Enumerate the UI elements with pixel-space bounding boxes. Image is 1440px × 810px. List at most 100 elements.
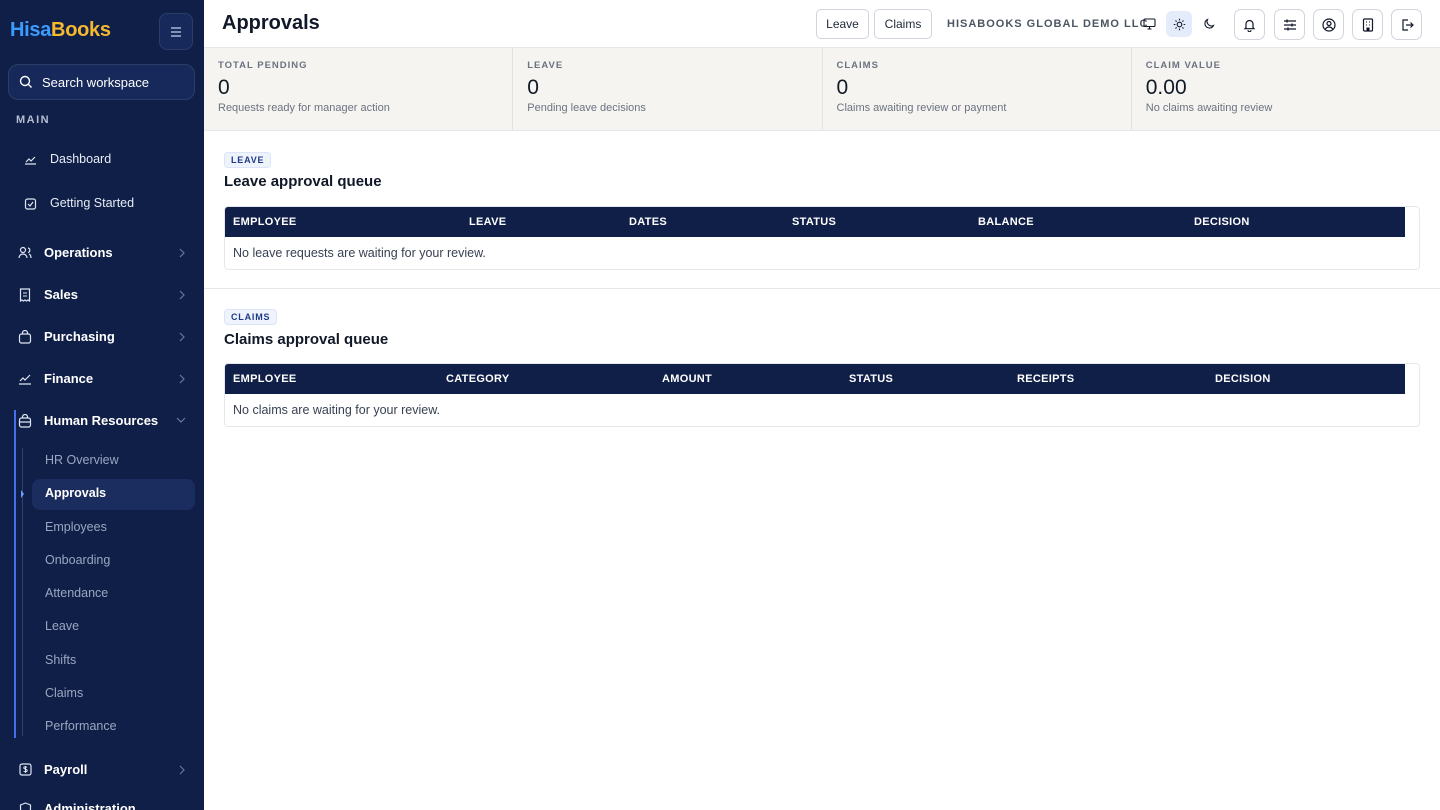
empty-state-message: No leave requests are waiting for your r… [233,246,486,260]
system-theme-button[interactable] [1136,11,1162,37]
brand-part-2: Books [51,19,111,41]
sidebar-group-label: Payroll [44,762,88,777]
sidebar-item-getting-started[interactable]: Getting Started [23,196,134,210]
sidebar-group-label: Human Resources [44,413,159,428]
active-marker-icon [21,490,24,498]
column-header[interactable]: DECISION [1194,216,1250,228]
trend-icon [18,372,32,386]
dark-theme-button[interactable] [1196,11,1222,37]
stat-claim-value: CLAIM VALUE 0.00 No claims awaiting revi… [1132,48,1440,130]
stat-value: 0 [527,76,539,99]
column-header[interactable]: STATUS [849,373,893,385]
claims-queue-section: CLAIMS Claims approval queue EMPLOYEE CA… [204,289,1440,449]
search-icon [19,75,32,88]
company-switch-button[interactable] [1352,9,1383,40]
stat-subtext: Pending leave decisions [527,102,646,114]
column-header[interactable]: LEAVE [469,216,506,228]
sidebar-item-dashboard[interactable]: Dashboard [23,152,111,166]
sidebar-item-label: Dashboard [50,152,112,166]
sidebar-item-onboarding[interactable]: Onboarding [45,553,110,567]
column-header[interactable]: AMOUNT [662,373,712,385]
building-icon [1362,17,1373,32]
user-circle-icon [1321,17,1336,32]
sidebar-group-human-resources[interactable]: Human Resources [18,413,186,428]
claims-queue-title: Claims approval queue [224,331,389,348]
sidebar-group-sales[interactable]: Sales [18,287,186,302]
brand-part-1: Hisa [10,19,52,41]
claims-badge: CLAIMS [224,309,278,325]
stat-label: TOTAL PENDING [218,60,308,71]
bag-icon [18,329,32,344]
logout-icon [1401,18,1414,31]
sidebar-group-payroll[interactable]: Payroll [18,762,186,777]
column-header[interactable]: CATEGORY [446,373,510,385]
page-title: Approvals [222,12,320,34]
sliders-icon [1283,19,1296,30]
sidebar-item-attendance[interactable]: Attendance [45,586,108,600]
profile-button[interactable] [1313,9,1344,40]
sidebar-group-label: Administration [44,801,136,810]
sidebar-item-approvals[interactable]: Approvals [45,486,106,500]
stat-total-pending: TOTAL PENDING 0 Requests ready for manag… [204,48,514,130]
search-input[interactable]: Search workspace [8,64,195,100]
chevron-right-icon [179,332,185,342]
logout-button[interactable] [1391,9,1422,40]
sun-icon [1173,18,1185,30]
sidebar-item-performance[interactable]: Performance [45,719,117,733]
table-header: EMPLOYEE LEAVE DATES STATUS BALANCE DECI… [225,207,1405,237]
stat-label: CLAIM VALUE [1145,60,1221,71]
light-theme-button[interactable] [1166,11,1192,37]
chevron-right-icon [179,374,185,384]
stat-subtext: Requests ready for manager action [218,102,390,114]
company-name: HISABOOKS GLOBAL DEMO LLC [947,18,1149,30]
sidebar-item-hr-overview[interactable]: HR Overview [45,453,119,467]
sidebar-item-leave[interactable]: Leave [45,619,79,633]
dollar-icon [18,763,32,777]
stat-label: CLAIMS [836,60,879,71]
column-header[interactable]: STATUS [792,216,836,228]
top-bar: Approvals Leave Claims HISABOOKS GLOBAL … [204,0,1440,48]
chevron-right-icon [179,290,185,300]
leave-queue-table: EMPLOYEE LEAVE DATES STATUS BALANCE DECI… [224,206,1420,270]
sidebar-item-claims[interactable]: Claims [45,686,83,700]
column-header[interactable]: DATES [629,216,667,228]
moon-icon [1204,18,1215,29]
menu-icon [171,26,181,37]
chevron-down-icon [176,417,186,423]
section-label-main: MAIN [16,114,51,126]
sidebar: HisaBooks Search workspace MAIN Dashboar… [0,0,204,810]
stat-subtext: No claims awaiting review [1145,102,1273,114]
sidebar-item-shifts[interactable]: Shifts [45,653,76,667]
stat-leave: LEAVE 0 Pending leave decisions [513,48,823,130]
checklist-icon [23,196,37,210]
sidebar-item-label: Getting Started [50,196,135,210]
search-label: Search workspace [42,74,149,90]
column-header[interactable]: EMPLOYEE [233,373,297,385]
column-header[interactable]: RECEIPTS [1017,373,1074,385]
sidebar-item-employees[interactable]: Employees [45,520,107,534]
receipt-icon [18,287,32,302]
column-header[interactable]: EMPLOYEE [233,216,297,228]
brand-logo[interactable]: HisaBooks [10,19,111,42]
active-group-indicator [14,410,16,738]
sidebar-toggle-button[interactable] [159,13,193,50]
shield-icon [18,802,32,810]
sidebar-group-operations[interactable]: Operations [18,245,186,260]
table-header: EMPLOYEE CATEGORY AMOUNT STATUS RECEIPTS… [225,364,1405,394]
stat-claims: CLAIMS 0 Claims awaiting review or payme… [823,48,1132,130]
claims-button[interactable]: Claims [874,9,932,39]
preferences-button[interactable] [1274,9,1305,40]
empty-state-message: No claims are waiting for your review. [233,403,441,417]
leave-queue-section: LEAVE Leave approval queue EMPLOYEE LEAV… [204,131,1440,288]
column-header[interactable]: DECISION [1215,373,1271,385]
chevron-right-icon [179,248,185,258]
notifications-button[interactable] [1234,9,1265,40]
stat-value: 0 [218,76,230,99]
sidebar-group-administration[interactable]: Administration [18,801,186,810]
leave-button[interactable]: Leave [816,9,869,39]
stat-value: 0.00 [1145,76,1187,99]
sidebar-group-finance[interactable]: Finance [18,371,186,386]
sidebar-group-purchasing[interactable]: Purchasing [18,329,186,344]
column-header[interactable]: BALANCE [978,216,1034,228]
stat-subtext: Claims awaiting review or payment [836,102,1007,114]
